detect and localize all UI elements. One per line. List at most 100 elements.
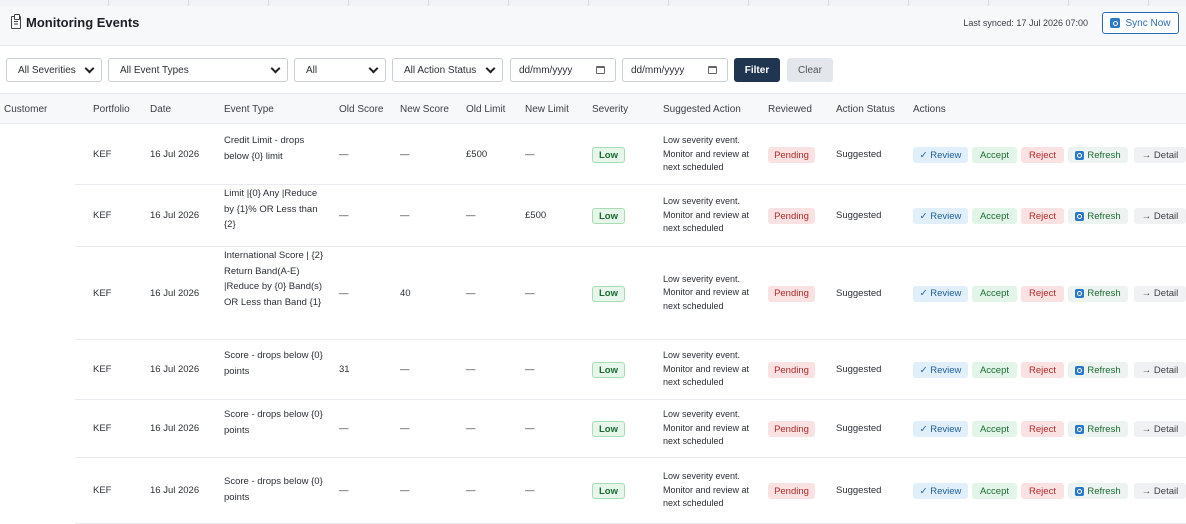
column-header-old-limit[interactable]: Old Limit <box>466 104 505 115</box>
reject-button[interactable]: Reject <box>1021 147 1064 163</box>
portfolio-cell: KEF <box>93 423 112 434</box>
page-title: Monitoring Events <box>11 14 139 30</box>
accept-button[interactable]: Accept <box>972 285 1017 302</box>
reject-button[interactable]: Reject <box>1021 421 1064 437</box>
refresh-button[interactable]: Refresh <box>1068 362 1128 378</box>
table-header: Customer Portfolio Date Event Type Old S… <box>0 93 1186 124</box>
detail-button[interactable]: → Detail <box>1134 285 1186 302</box>
review-button[interactable]: ✓ Review <box>913 208 968 224</box>
column-header-event-type[interactable]: Event Type <box>224 104 274 115</box>
old-limit-cell: — <box>466 423 476 434</box>
review-button[interactable]: ✓ Review <box>913 362 968 378</box>
review-button[interactable]: ✓ Review <box>913 483 968 499</box>
new-limit-cell: £500 <box>525 210 547 221</box>
severity-select[interactable]: All Severities <box>6 58 102 82</box>
refresh-button-label: Refresh <box>1087 364 1121 376</box>
column-header-action-status[interactable]: Action Status <box>836 104 895 115</box>
accept-button[interactable]: Accept <box>972 421 1017 437</box>
column-header-date[interactable]: Date <box>150 104 171 115</box>
refresh-button[interactable]: Refresh <box>1068 421 1128 437</box>
old-limit-cell: £500 <box>466 149 488 160</box>
column-header-new-score[interactable]: New Score <box>400 104 449 115</box>
refresh-icon <box>1075 424 1085 434</box>
refresh-button-label: Refresh <box>1087 210 1121 222</box>
event-type-cell: Score - drops below {0} points <box>224 476 323 503</box>
reviewed-status-badge: Pending <box>768 147 815 163</box>
event-type-cell: Score - drops below {0} points <box>224 350 323 377</box>
refresh-icon <box>1110 18 1121 28</box>
portfolio-cell: KEF <box>93 149 112 160</box>
column-header-reviewed[interactable]: Reviewed <box>768 104 812 115</box>
chevron-down-icon <box>270 63 281 74</box>
accept-button[interactable]: Accept <box>972 208 1017 224</box>
chevron-down-icon <box>84 63 95 74</box>
detail-button[interactable]: → Detail <box>1134 421 1186 437</box>
refresh-icon <box>1075 150 1085 160</box>
reject-button[interactable]: Reject <box>1021 483 1064 499</box>
suggested-action-cell: Low severity event. Monitor and review a… <box>663 273 750 311</box>
calendar-icon[interactable] <box>596 66 605 74</box>
date-from-input[interactable]: dd/mm/yyyy <box>510 58 616 82</box>
review-button[interactable]: ✓ Review <box>913 285 968 302</box>
reviewed-status-badge: Pending <box>768 362 815 378</box>
refresh-button[interactable]: Refresh <box>1068 285 1128 302</box>
old-limit-cell: — <box>466 287 476 299</box>
reject-button[interactable]: Reject <box>1021 208 1064 224</box>
table-row: KEF 16 Jul 2026 — — £500 — Suggested Credit Lim… <box>0 125 1186 185</box>
detail-button[interactable]: → Detail <box>1134 362 1186 378</box>
column-header-suggested-action[interactable]: Suggested Action <box>663 104 741 115</box>
reviewed-status-badge: Pending <box>768 285 815 302</box>
column-header-new-limit[interactable]: New Limit <box>525 104 569 115</box>
date-cell: 16 Jul 2026 <box>150 149 200 160</box>
detail-button[interactable]: → Detail <box>1134 483 1186 499</box>
accept-button[interactable]: Accept <box>972 483 1017 499</box>
event-type-select[interactable]: All Event Types <box>108 58 288 82</box>
sync-now-button[interactable]: Sync Now <box>1102 12 1179 34</box>
severity-badge: Low <box>592 362 625 378</box>
refresh-button-label: Refresh <box>1087 288 1121 299</box>
table-row: KEF 16 Jul 2026 — — — — Suggested Score - drops… <box>0 400 1186 458</box>
clipboard-icon <box>11 14 21 29</box>
review-button[interactable]: ✓ Review <box>913 421 968 437</box>
calendar-icon[interactable] <box>708 66 717 74</box>
column-header-severity[interactable]: Severity <box>592 104 628 115</box>
old-limit-cell: — <box>466 364 476 375</box>
reviewed-status-badge: Pending <box>768 483 815 499</box>
filter-bar: All Severities All Event Types All All A… <box>0 47 1186 93</box>
column-header-customer[interactable]: Customer <box>4 104 47 115</box>
detail-button[interactable]: → Detail <box>1134 147 1186 163</box>
column-header-portfolio[interactable]: Portfolio <box>93 104 130 115</box>
suggested-action-cell: Low severity event. Monitor and review a… <box>663 471 750 508</box>
reject-button[interactable]: Reject <box>1021 285 1064 302</box>
review-button[interactable]: ✓ Review <box>913 147 968 163</box>
table-row: KEF 16 Jul 2026 — — — £500 Suggested Limit |{0}… <box>0 185 1186 247</box>
clear-button[interactable]: Clear <box>787 58 833 82</box>
refresh-button[interactable]: Refresh <box>1068 208 1128 224</box>
event-type-cell: Limit |{0} Any |Reduce by {1}% OR Less t… <box>224 188 318 230</box>
detail-button[interactable]: → Detail <box>1134 208 1186 224</box>
severity-badge: Low <box>592 285 625 302</box>
portfolio-cell: KEF <box>93 210 112 221</box>
refresh-button[interactable]: Refresh <box>1068 147 1128 163</box>
refresh-button-label: Refresh <box>1087 423 1121 435</box>
refresh-button[interactable]: Refresh <box>1068 483 1128 499</box>
old-limit-cell: — <box>466 485 476 496</box>
new-limit-cell: — <box>525 287 535 299</box>
reviewed-select[interactable]: All <box>294 58 386 82</box>
date-cell: 16 Jul 2026 <box>150 287 200 299</box>
table-row: KEF 16 Jul 2026 31 — — — Suggested Score - drop… <box>0 340 1186 400</box>
last-synced-text: Last synced: 17 Jul 2026 07:00 <box>963 18 1088 28</box>
accept-button[interactable]: Accept <box>972 362 1017 378</box>
date-to-input[interactable]: dd/mm/yyyy <box>622 58 728 82</box>
suggested-action-cell: Low severity event. Monitor and review a… <box>663 350 750 387</box>
table-row: KEF 16 Jul 2026 — 40 — — Suggested Internationa… <box>0 247 1186 340</box>
filter-button[interactable]: Filter <box>734 58 780 82</box>
date-cell: 16 Jul 2026 <box>150 423 200 434</box>
suggested-action-cell: Low severity event. Monitor and review a… <box>663 409 750 446</box>
column-header-old-score[interactable]: Old Score <box>339 104 383 115</box>
column-header-actions: Actions <box>913 104 946 115</box>
action-status-select[interactable]: All Action Status <box>392 58 503 82</box>
refresh-icon <box>1075 289 1085 298</box>
accept-button[interactable]: Accept <box>972 147 1017 163</box>
reject-button[interactable]: Reject <box>1021 362 1064 378</box>
